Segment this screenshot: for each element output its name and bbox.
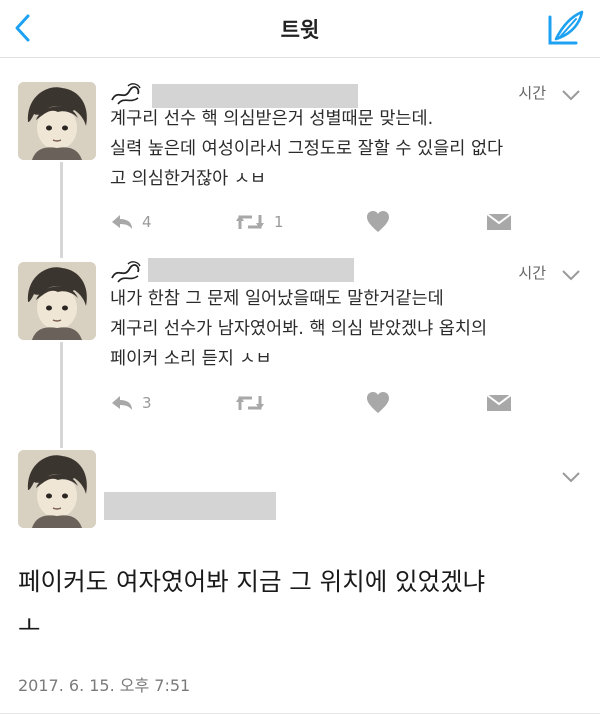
- envelope-icon: [486, 213, 512, 230]
- reply-count: 4: [142, 213, 152, 231]
- retweet-button[interactable]: [234, 390, 274, 416]
- scribble-mark-icon: [111, 261, 141, 283]
- envelope-icon: [486, 394, 512, 411]
- dm-button[interactable]: [486, 390, 512, 416]
- compose-button[interactable]: [546, 9, 586, 47]
- chevron-down-icon[interactable]: [560, 470, 582, 484]
- avatar[interactable]: [18, 450, 96, 528]
- reply-button[interactable]: 4: [110, 209, 152, 235]
- tweet-actions: 3: [110, 390, 530, 416]
- reply-icon: [112, 215, 132, 229]
- tweet-text: 계구리 선수 핵 의심받은거 성별때문 맞는데. 실력 높은데 여성이라서 그정…: [110, 109, 504, 189]
- retweet-icon: [236, 215, 264, 229]
- redacted-username: [148, 258, 354, 282]
- chevron-down-icon[interactable]: [560, 268, 582, 282]
- scribble-mark-icon: [111, 83, 141, 105]
- avatar[interactable]: [18, 82, 96, 160]
- thread-connector: [60, 342, 63, 448]
- compose-feather-icon: [548, 10, 584, 45]
- thread-connector: [60, 162, 63, 258]
- heart-icon: [367, 211, 389, 232]
- tweet-timestamp: 2017. 6. 15. 오후 7:51: [18, 676, 191, 695]
- dm-button[interactable]: [486, 209, 512, 235]
- tweet-time[interactable]: 시간: [518, 82, 546, 103]
- retweet-icon: [236, 396, 264, 410]
- like-button[interactable]: [366, 390, 390, 416]
- tweet-actions: 4 1: [110, 209, 530, 235]
- reply-icon: [112, 396, 132, 410]
- redacted-username: [104, 492, 276, 520]
- main-tweet-text: 페이커도 여자였어봐 지금 그 위치에 있었겠냐 ㅗ: [18, 567, 486, 640]
- tweet-text: 내가 한참 그 문제 일어났을때도 말한거같는데 계구리 선수가 남자였어봐. …: [110, 289, 488, 369]
- tweet-time[interactable]: 시간: [518, 262, 546, 283]
- heart-icon: [367, 392, 389, 413]
- top-nav-bar: 트윗: [0, 0, 600, 58]
- like-button[interactable]: [366, 209, 390, 235]
- reply-button[interactable]: 3: [110, 390, 152, 416]
- reply-count: 3: [142, 394, 152, 412]
- retweet-count: 1: [274, 213, 284, 231]
- retweet-button[interactable]: 1: [234, 209, 284, 235]
- chevron-down-icon[interactable]: [560, 88, 582, 102]
- avatar[interactable]: [18, 262, 96, 340]
- page-title: 트윗: [280, 18, 320, 42]
